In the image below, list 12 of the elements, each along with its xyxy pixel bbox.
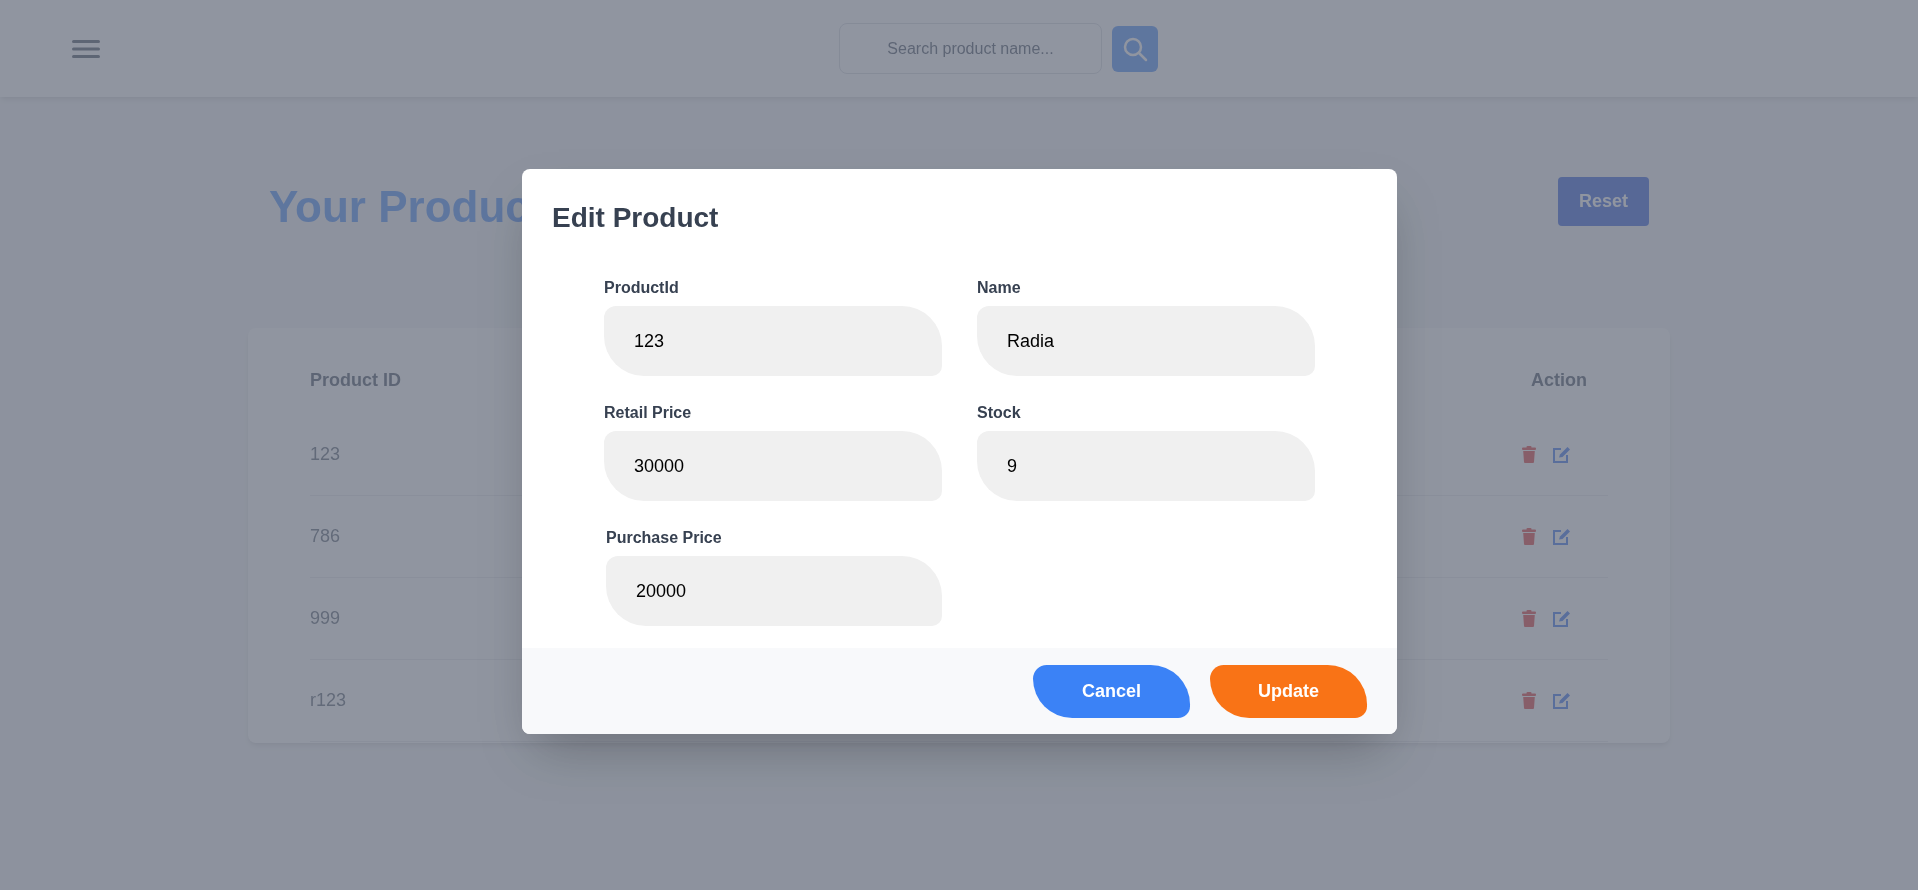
input-field[interactable]: 123 <box>604 306 942 376</box>
field-label: Name <box>977 280 1022 296</box>
input-field[interactable]: Radia <box>977 306 1315 376</box>
cancel-button[interactable]: Cancel <box>1033 664 1190 718</box>
field-label: Purchase Price <box>606 530 723 546</box>
input-field[interactable]: 9 <box>977 431 1315 501</box>
input-field[interactable]: 30000 <box>604 431 942 501</box>
input-field[interactable]: 20000 <box>606 556 942 626</box>
field-label: ProductId <box>604 280 680 296</box>
field-label: Retail Price <box>604 405 693 421</box>
dialog-title: Edit Product <box>551 201 720 232</box>
field-label: Stock <box>977 405 1022 421</box>
